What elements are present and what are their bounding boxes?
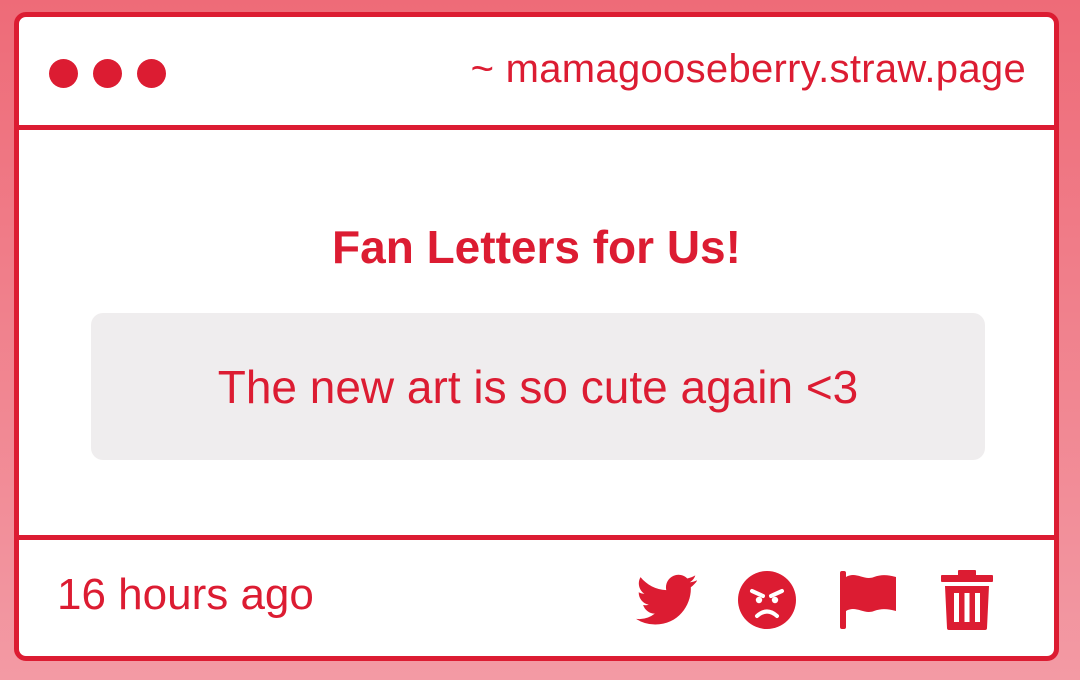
letter-content: Fan Letters for Us! The new art is so cu… [19,130,1054,535]
browser-window: ~ mamagooseberry.straw.page Fan Letters … [14,12,1059,661]
window-dot-close[interactable] [49,59,78,88]
share-twitter-button[interactable] [635,568,699,632]
action-bar [635,568,999,632]
delete-button[interactable] [935,568,999,632]
flag-icon [836,569,898,631]
report-button[interactable] [835,568,899,632]
angry-face-icon [737,570,797,630]
letter-footer: 16 hours ago [19,535,1054,656]
window-controls [49,59,166,88]
page-title: Fan Letters for Us! [332,221,741,273]
twitter-icon [636,574,698,626]
message-box: The new art is so cute again <3 [91,313,985,460]
title-bar: ~ mamagooseberry.straw.page [19,17,1054,130]
message-text: The new art is so cute again <3 [217,360,859,413]
react-angry-button[interactable] [735,568,799,632]
trash-icon [941,570,993,630]
timestamp: 16 hours ago [57,570,314,619]
page-url: ~ mamagooseberry.straw.page [470,47,1026,91]
window-dot-maximize[interactable] [137,59,166,88]
window-dot-minimize[interactable] [93,59,122,88]
